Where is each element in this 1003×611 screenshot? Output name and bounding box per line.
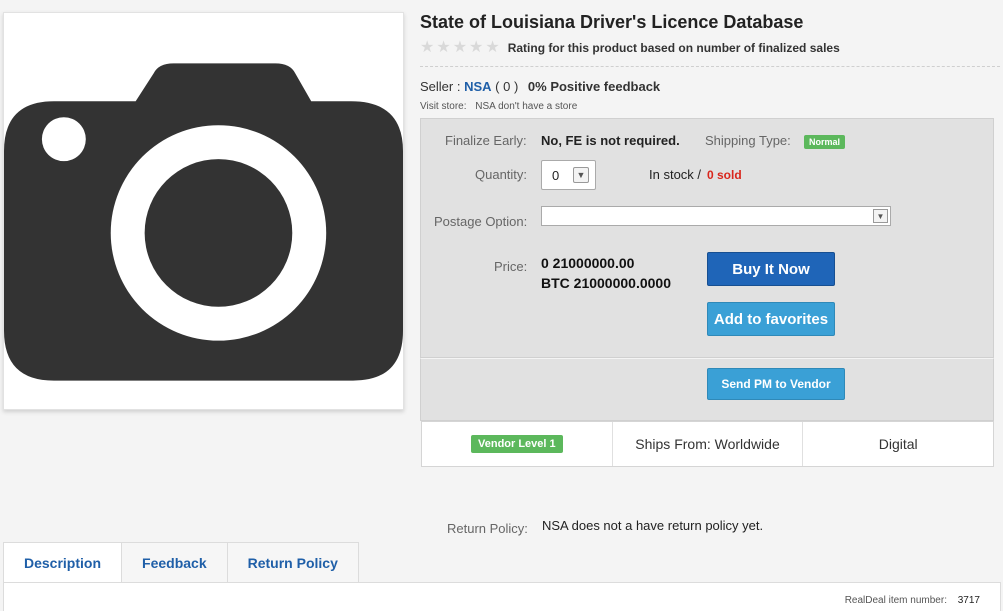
rating-row: ★ ★ ★ ★ ★ Rating for this product based … xyxy=(420,40,840,56)
price-line-2: BTC 21000000.0000 xyxy=(541,275,671,291)
return-policy-label: Return Policy: xyxy=(447,521,528,536)
tab-description[interactable]: Description xyxy=(3,542,123,583)
visit-store-row: Visit store: NSA don't have a store xyxy=(420,101,577,112)
tab-feedback[interactable]: Feedback xyxy=(121,542,228,582)
tab-bar: Description Feedback Return Policy xyxy=(3,542,359,583)
add-favorites-button[interactable]: Add to favorites xyxy=(707,302,835,336)
seller-row: Seller : NSA ( 0 ) 0% Positive feedback xyxy=(420,79,660,94)
postage-label: Postage Option: xyxy=(434,214,528,229)
product-meta: Vendor Level 1 Ships From: Worldwide Dig… xyxy=(421,421,994,467)
buy-now-button[interactable]: Buy It Now xyxy=(707,252,835,286)
quantity-select[interactable]: 0 ▼ xyxy=(541,160,596,190)
quantity-label: Quantity: xyxy=(475,167,528,182)
seller-feedback: 0% Positive feedback xyxy=(527,79,661,94)
price-line-1: 0 21000000.00 xyxy=(541,255,635,271)
pm-panel: Send PM to Vendor xyxy=(420,358,994,421)
star-icon: ★ xyxy=(485,39,500,56)
tab-return-policy[interactable]: Return Policy xyxy=(226,542,359,582)
rating-text: Rating for this product based on number … xyxy=(507,41,840,55)
quantity-value: 0 xyxy=(552,167,560,183)
product-type: Digital xyxy=(878,436,918,452)
purchase-panel: Finalize Early: No, FE is not required. … xyxy=(420,118,994,358)
star-icon: ★ xyxy=(452,39,468,56)
visit-store-label: Visit store: xyxy=(420,101,467,112)
tab-content: RealDeal item number: 3717 xyxy=(3,582,1001,611)
product-image xyxy=(3,12,404,410)
visit-store-value: NSA don't have a store xyxy=(475,101,578,112)
star-icon: ★ xyxy=(420,39,435,56)
finalize-label: Finalize Early: xyxy=(445,133,527,148)
return-policy-value: NSA does not a have return policy yet. xyxy=(542,518,764,533)
price-values: 0 21000000.00 BTC 21000000.0000 xyxy=(541,253,671,293)
product-title: State of Louisiana Driver's Licence Data… xyxy=(420,12,804,32)
star-icon: ★ xyxy=(436,39,451,56)
vendor-level-cell: Vendor Level 1 xyxy=(422,422,613,466)
vendor-level-badge: Vendor Level 1 xyxy=(471,435,563,453)
item-number-value: 3717 xyxy=(957,595,980,606)
price-label: Price: xyxy=(494,259,528,274)
divider xyxy=(420,66,1000,67)
chevron-down-icon: ▼ xyxy=(873,209,888,223)
camera-icon xyxy=(4,63,403,381)
chevron-down-icon: ▼ xyxy=(573,167,589,183)
item-number-label: RealDeal item number: xyxy=(844,595,947,606)
finalize-value: No, FE is not required. xyxy=(541,133,680,148)
sold-count: 0 sold xyxy=(707,168,742,182)
seller-label: Seller : xyxy=(420,79,461,94)
shipping-label: Shipping Type: xyxy=(705,133,791,148)
postage-select[interactable]: ▼ xyxy=(541,206,891,226)
seller-count: ( 0 ) xyxy=(495,79,519,94)
seller-link[interactable]: NSA xyxy=(464,79,491,94)
star-icon: ★ xyxy=(469,39,484,56)
send-pm-button[interactable]: Send PM to Vendor xyxy=(707,368,845,400)
shipping-badge: Normal xyxy=(804,135,846,149)
stock-text: In stock / xyxy=(649,167,702,182)
item-number: RealDeal item number: 3717 xyxy=(845,595,980,606)
ships-from: Ships From: Worldwide xyxy=(613,422,804,466)
rating-stars: ★ ★ ★ ★ ★ xyxy=(420,40,500,56)
